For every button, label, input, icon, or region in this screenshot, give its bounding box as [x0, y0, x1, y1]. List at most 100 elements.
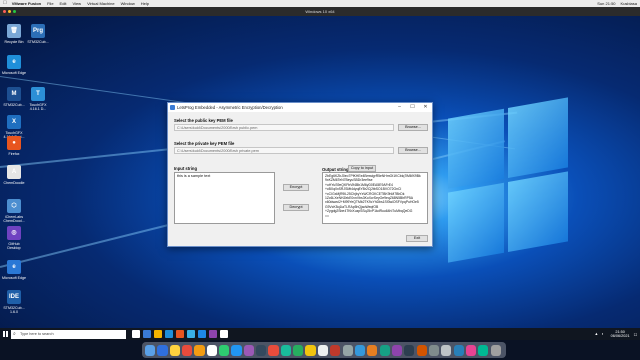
taskbar-app-icon[interactable]	[176, 330, 184, 338]
menu-help[interactable]: Help	[141, 0, 149, 7]
desktop-icon[interactable]: T TouchGFX 4.16.1 D...	[26, 87, 50, 111]
browse-private-key-button[interactable]: Browse...	[398, 147, 428, 154]
output-string-textarea[interactable]: ZbEg6KZbJ0eo7PfKHEe4BmwigrR5eNHmOt1KCblq…	[322, 172, 428, 224]
encrypt-button[interactable]: Encrypt	[283, 184, 309, 191]
dock-app-icon[interactable]	[416, 344, 427, 356]
dock-app-icon[interactable]	[465, 344, 477, 356]
desktop-icon[interactable]: IDE STM32Cub... 1.6.0	[2, 290, 26, 314]
output-line: ==	[325, 213, 329, 218]
desktop-icon[interactable]: e Microsoft Edge	[2, 55, 26, 75]
dock-app-icon[interactable]	[194, 344, 205, 356]
dock-app-icon[interactable]	[342, 344, 353, 356]
copy-to-input-button[interactable]: Copy to input	[348, 165, 376, 172]
decrypt-button[interactable]: Decrypt	[283, 204, 309, 211]
app-icon	[170, 105, 175, 110]
maximize-icon[interactable]: ☐	[406, 103, 419, 112]
public-key-path-field[interactable]: C:\Users\kuld\Documents\20008\rsh public…	[174, 124, 394, 131]
dock-app-icon[interactable]	[391, 344, 403, 356]
menu-app-name[interactable]: VMware Fusion	[12, 0, 41, 7]
dock-app-icon[interactable]	[441, 344, 452, 356]
dock-app-icon[interactable]	[157, 344, 168, 356]
dock-app-icon[interactable]	[478, 344, 489, 356]
zoom-dot-icon[interactable]	[13, 10, 16, 13]
desktop-icon[interactable]: M STM32Cub...	[2, 87, 26, 107]
dock-app-icon[interactable]	[379, 344, 390, 356]
notifications-icon[interactable]: ☐	[634, 332, 637, 337]
private-key-label: Select the private key PEM file	[174, 141, 235, 146]
mac-user[interactable]: Kusbiasa	[621, 0, 637, 7]
dock-app-icon[interactable]	[404, 344, 415, 356]
desktop-icon[interactable]: ◎ GitHub Desktop	[2, 226, 26, 250]
dock-app-icon[interactable]	[231, 344, 242, 356]
dock-app-icon[interactable]	[317, 344, 328, 356]
menu-file[interactable]: File	[47, 0, 53, 7]
close-icon[interactable]: ✕	[419, 103, 432, 112]
taskbar-app-icon[interactable]	[165, 330, 173, 338]
desktop-app-icon: ⬡	[7, 199, 21, 213]
dock-app-icon[interactable]	[243, 344, 254, 356]
dock-app-icon[interactable]	[145, 344, 156, 356]
dock-app-icon[interactable]	[367, 344, 378, 356]
input-string-textarea[interactable]: this is a sample text	[174, 172, 275, 224]
desktop-app-icon: M	[7, 87, 21, 101]
minimize-dot-icon[interactable]	[8, 10, 11, 13]
menu-edit[interactable]: Edit	[60, 0, 67, 7]
taskbar-app-icon[interactable]	[154, 330, 162, 338]
desktop-app-icon: ●	[7, 136, 21, 150]
dock-app-icon[interactable]	[293, 344, 304, 356]
network-icon[interactable]: ▲	[595, 332, 599, 336]
menu-view[interactable]: View	[72, 0, 81, 7]
close-dot-icon[interactable]	[3, 10, 6, 13]
dock-app-icon[interactable]	[428, 344, 440, 356]
taskbar-search-input[interactable]: Type here to search	[11, 329, 126, 339]
start-button[interactable]	[0, 328, 11, 340]
dock-app-icon[interactable]	[330, 344, 341, 356]
input-string-label: Input string	[174, 166, 198, 171]
desktop-icon[interactable]: Prg STM32Cub...	[26, 24, 50, 44]
desktop-icon-label: Recycle Bin	[4, 40, 24, 44]
desktop-app-icon: X	[7, 115, 21, 129]
dock-app-icon[interactable]	[219, 344, 230, 356]
app-titlebar[interactable]: LetsProg Embedded - Asymmetric Encryptio…	[168, 103, 432, 112]
desktop-icon[interactable]: A ChemDoodle	[2, 165, 26, 185]
dock-app-icon[interactable]	[169, 344, 180, 356]
taskbar-app-icon[interactable]	[198, 330, 206, 338]
dock-app-icon[interactable]	[453, 344, 464, 356]
windows-logo-wallpaper	[448, 97, 568, 268]
browse-public-key-button[interactable]: Browse...	[398, 124, 428, 131]
desktop-icon[interactable]: e Microsoft Edge	[2, 260, 26, 280]
desktop-icon-label: STM32Cub... 1.6.0	[3, 306, 25, 315]
dock-app-icon[interactable]	[206, 344, 217, 356]
app-window: LetsProg Embedded - Asymmetric Encryptio…	[167, 102, 433, 247]
mac-clock[interactable]: Sun 21:50	[597, 0, 615, 7]
taskbar-app-icon[interactable]	[209, 330, 217, 338]
taskbar-app-icon[interactable]	[132, 330, 140, 338]
desktop-icon[interactable]: 🗑 Recycle Bin	[2, 24, 26, 44]
mac-dock	[142, 342, 506, 358]
menu-virtual-machine[interactable]: Virtual Machine	[87, 0, 115, 7]
desktop-icon[interactable]: ⬡ iChemLabs ChemDood...	[2, 199, 26, 223]
private-key-path-field[interactable]: C:\Users\kuld\Documents\20008\rsh privat…	[174, 147, 394, 154]
apple-icon[interactable]: 	[3, 0, 7, 7]
dock-app-icon[interactable]	[268, 344, 279, 356]
volume-icon[interactable]: ◖	[601, 332, 603, 336]
dock-app-icon[interactable]	[280, 344, 291, 356]
dock-app-icon[interactable]	[490, 344, 501, 356]
dock-app-icon[interactable]	[354, 344, 365, 356]
exit-button[interactable]: Exit	[406, 235, 428, 242]
taskbar-app-icon[interactable]	[143, 330, 151, 338]
desktop-app-icon: A	[7, 165, 21, 179]
desktop-icon-label: iChemLabs ChemDood...	[3, 215, 25, 224]
dock-app-icon[interactable]	[182, 344, 193, 356]
dock-app-icon[interactable]	[305, 344, 316, 356]
desktop-icon[interactable]: ● Firefox	[2, 136, 26, 156]
menu-window[interactable]: Window	[121, 0, 135, 7]
minimize-icon[interactable]: –	[393, 103, 406, 112]
taskbar-app-icon[interactable]	[187, 330, 195, 338]
taskbar-app-icon[interactable]	[220, 330, 228, 338]
vm-window-titlebar: Windows 10 x64	[0, 7, 640, 16]
taskbar-clock[interactable]: 21:50 06/06/2021	[611, 330, 630, 338]
dock-app-icon[interactable]	[256, 344, 267, 356]
windows-start-icon	[2, 331, 9, 337]
desktop-icon-label: TouchGFX 4.16.1 D...	[29, 103, 47, 112]
